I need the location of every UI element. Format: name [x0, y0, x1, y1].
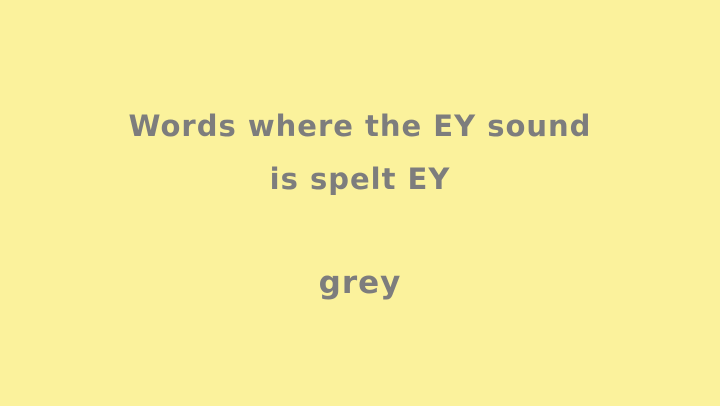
slide: Words where the EY sound is spelt EY gre…: [0, 0, 720, 406]
heading-line-2: is spelt EY: [269, 162, 451, 196]
slide-heading: Words where the EY sound is spelt EY: [0, 100, 720, 206]
heading-line-1: Words where the EY sound: [128, 109, 592, 143]
example-word: grey: [318, 265, 402, 301]
